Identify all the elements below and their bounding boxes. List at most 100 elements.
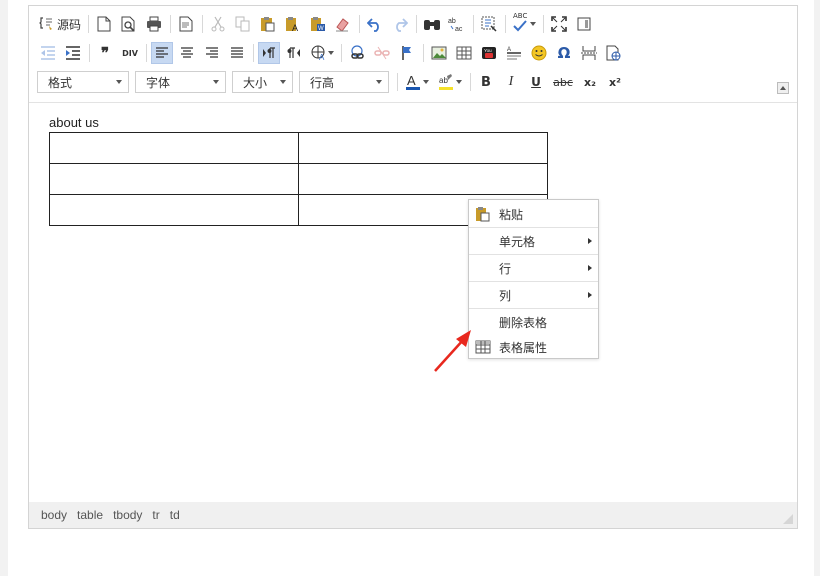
- preview-button[interactable]: [118, 13, 140, 35]
- annotation-arrow-icon: [434, 330, 471, 372]
- paste-button[interactable]: [257, 13, 279, 35]
- language-dropdown-caret: [327, 51, 334, 55]
- resize-grip-icon[interactable]: [783, 514, 793, 524]
- undo-button[interactable]: [364, 13, 386, 35]
- size-select[interactable]: 大小: [232, 71, 293, 93]
- strike-button[interactable]: abc: [550, 71, 576, 93]
- collapse-toolbar-button[interactable]: [777, 82, 789, 94]
- smiley-button[interactable]: [528, 42, 550, 64]
- chevron-down-icon: [376, 80, 382, 84]
- table-cell[interactable]: [49, 132, 299, 164]
- content-paragraph[interactable]: about us: [49, 115, 99, 130]
- svg-text:ab: ab: [448, 18, 456, 25]
- horizontal-rule-button[interactable]: A: [503, 42, 525, 64]
- bold-button[interactable]: B: [475, 71, 497, 93]
- context-menu-column[interactable]: 列: [469, 282, 598, 308]
- path-crumb-tbody[interactable]: tbody: [113, 508, 142, 522]
- underline-button[interactable]: U: [525, 71, 547, 93]
- line-height-select-value: 行高: [310, 75, 335, 90]
- anchor-button[interactable]: [396, 42, 418, 64]
- table-cell[interactable]: [298, 163, 548, 195]
- maximize-button[interactable]: [548, 13, 570, 35]
- print-button[interactable]: [143, 13, 165, 35]
- align-justify-icon: [231, 47, 243, 58]
- special-char-icon: Ω: [557, 44, 571, 62]
- spellcheck-button[interactable]: ABC: [510, 12, 538, 35]
- special-char-button[interactable]: Ω: [553, 42, 575, 64]
- find-button[interactable]: [421, 13, 443, 35]
- toolbar-row-2: ❞ DIV A You A Ω: [37, 40, 628, 66]
- context-menu-cell[interactable]: 单元格: [469, 228, 598, 254]
- language-button[interactable]: A: [308, 42, 336, 64]
- paste-word-icon: W: [311, 17, 325, 32]
- path-crumb-td[interactable]: td: [170, 508, 180, 522]
- subscript-button[interactable]: x₂: [579, 71, 601, 93]
- select-all-button[interactable]: [478, 13, 500, 35]
- redo-button[interactable]: [389, 13, 411, 35]
- new-page-button[interactable]: [93, 13, 115, 35]
- path-crumb-tr[interactable]: tr: [152, 508, 159, 522]
- chevron-down-icon: [213, 80, 219, 84]
- youtube-button[interactable]: You: [478, 42, 500, 64]
- svg-text:A: A: [319, 53, 325, 61]
- context-menu-label: 行: [499, 261, 512, 276]
- path-crumb-table[interactable]: table: [77, 508, 103, 522]
- image-button[interactable]: [428, 42, 450, 64]
- italic-button[interactable]: I: [500, 71, 522, 93]
- context-menu-table-properties[interactable]: 表格属性: [469, 334, 598, 360]
- text-color-icon: A: [406, 73, 420, 90]
- remove-format-button[interactable]: [332, 13, 354, 35]
- paste-icon: [476, 207, 490, 222]
- align-center-button[interactable]: [176, 42, 198, 64]
- font-select[interactable]: 字体: [135, 71, 226, 93]
- rtl-button[interactable]: [283, 42, 305, 64]
- redo-icon: [396, 18, 408, 32]
- table-cell[interactable]: [49, 194, 299, 226]
- link-button[interactable]: [346, 42, 368, 64]
- context-menu-row[interactable]: 行: [469, 255, 598, 281]
- div-button[interactable]: DIV: [119, 42, 141, 64]
- unlink-button[interactable]: [371, 42, 393, 64]
- smiley-icon: [531, 45, 547, 61]
- context-menu-paste[interactable]: 粘贴: [469, 201, 598, 227]
- align-left-button[interactable]: [151, 42, 173, 64]
- table-row: [49, 132, 548, 164]
- source-button[interactable]: 源码: [37, 13, 83, 35]
- select-all-icon: [481, 16, 497, 32]
- outdent-button[interactable]: [37, 42, 59, 64]
- remove-format-icon: [336, 18, 349, 32]
- align-justify-button[interactable]: [226, 42, 248, 64]
- table-button[interactable]: [453, 42, 475, 64]
- table-cell[interactable]: [298, 132, 548, 164]
- align-right-button[interactable]: [201, 42, 223, 64]
- indent-button[interactable]: [62, 42, 84, 64]
- iframe-button[interactable]: [603, 42, 625, 64]
- paste-word-button[interactable]: W: [307, 13, 329, 35]
- paste-text-button[interactable]: A: [282, 13, 304, 35]
- ltr-button[interactable]: [258, 42, 280, 64]
- editor-content-area[interactable]: about us: [29, 103, 797, 501]
- table-cell[interactable]: [49, 163, 299, 195]
- context-menu-delete-table[interactable]: 删除表格: [469, 309, 598, 335]
- templates-button[interactable]: [175, 13, 197, 35]
- copy-button[interactable]: [232, 13, 254, 35]
- chevron-right-icon: [588, 265, 592, 271]
- replace-button[interactable]: ab ac: [446, 13, 468, 35]
- show-blocks-button[interactable]: [573, 13, 595, 35]
- replace-icon: ab ac: [448, 18, 463, 32]
- horizontal-rule-icon: A: [507, 47, 521, 60]
- div-icon: DIV: [122, 48, 138, 58]
- format-select[interactable]: 格式: [37, 71, 129, 93]
- chevron-right-icon: [588, 292, 592, 298]
- page-break-button[interactable]: [578, 42, 600, 64]
- line-height-select[interactable]: 行高: [299, 71, 389, 93]
- text-color-button[interactable]: A: [402, 71, 432, 93]
- superscript-button[interactable]: x²: [604, 71, 626, 93]
- path-crumb-body[interactable]: body: [41, 508, 67, 522]
- cut-button[interactable]: [207, 13, 229, 35]
- templates-icon: [179, 16, 193, 32]
- context-menu-label: 表格属性: [499, 340, 548, 355]
- table-row: [49, 163, 548, 195]
- blockquote-button[interactable]: ❞: [94, 42, 116, 64]
- bg-color-button[interactable]: ab: [435, 71, 465, 93]
